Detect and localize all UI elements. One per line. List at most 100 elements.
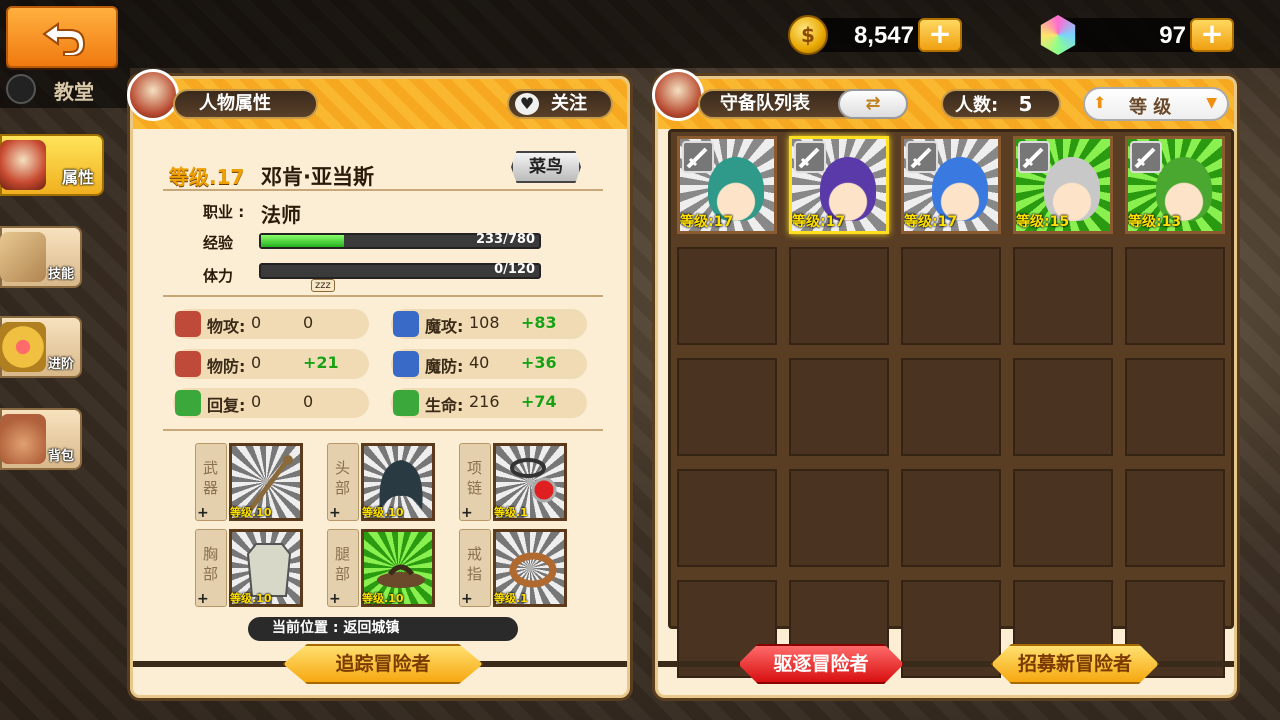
empty-hero-slot[interactable]: [789, 247, 889, 345]
stat-bonus: 0: [303, 392, 314, 411]
equip-level: 等级.10: [362, 592, 404, 605]
stat-phys-defense: 物防: 0 +21: [173, 349, 369, 379]
tab-advance-label: 进阶: [47, 357, 74, 372]
equip-slot-weapon[interactable]: 武器 + 等级.10: [195, 443, 303, 521]
sword-class-icon: [682, 141, 714, 173]
garrison-list-panel: 守备队列表 ⇄ 人数: 5 ⬆ 等 级 ▼ 等级:17 等级:17 等级:17 等级:…: [652, 69, 1237, 698]
sword-class-icon: [1130, 141, 1162, 173]
up-arrow-icon: ⬆: [1093, 93, 1107, 112]
slot-label: 腿部: [335, 545, 351, 583]
gem-counter: 97 +: [1040, 15, 1234, 55]
stat-base: 40: [469, 353, 490, 372]
equip-slot-legs[interactable]: 腿部 + 等级.10: [327, 529, 435, 607]
character-attributes-panel: 人物属性 ♥ 关注 等级.17 邓肯·亚当斯 菜鸟 职业 : 法师 经验 233…: [127, 69, 630, 698]
hero-level: 等级:13: [1128, 214, 1182, 230]
equip-slot-chest[interactable]: 胸部 + 等级.10: [195, 529, 303, 607]
hero-level: 等级:15: [1016, 214, 1070, 230]
gold-coin-icon: $: [788, 15, 828, 55]
add-gold-button[interactable]: +: [918, 18, 962, 52]
tab-skills[interactable]: 技能: [0, 226, 82, 288]
stat-recovery: 回复: 0 0: [173, 388, 369, 418]
empty-hero-slot[interactable]: [789, 358, 889, 456]
equip-slot-necklace[interactable]: 项链 + 等级.1: [459, 443, 567, 521]
empty-hero-slot[interactable]: [1013, 469, 1113, 567]
plus-cross-icon: [175, 390, 201, 416]
back-arrow-icon: [42, 22, 86, 56]
hero-level: 等级:17: [792, 214, 846, 230]
spellbook-icon: [0, 232, 46, 282]
empty-hero-slot[interactable]: [1013, 358, 1113, 456]
empty-hero-slot[interactable]: [901, 469, 1001, 567]
stat-name: 魔防:: [425, 357, 464, 376]
add-gem-button[interactable]: +: [1190, 18, 1234, 52]
tab-backpack[interactable]: 背包: [0, 408, 82, 470]
church-icon: [6, 74, 36, 104]
knight-helmet-icon: [0, 140, 46, 190]
slot-label: 戒指: [467, 545, 483, 583]
stat-name: 回复:: [207, 396, 246, 415]
sword-icon: [175, 311, 201, 337]
empty-hero-slot[interactable]: [677, 247, 777, 345]
sleep-zzz-icon: zzz: [311, 279, 335, 292]
stat-magic-attack: 魔攻: 108 +83: [391, 309, 587, 339]
empty-hero-slot[interactable]: [1125, 469, 1225, 567]
count-value: 5: [1018, 92, 1033, 116]
empty-hero-slot[interactable]: [901, 358, 1001, 456]
tab-attributes[interactable]: 属性: [0, 134, 104, 196]
current-location: 当前位置 : 返回城镇: [248, 617, 518, 641]
empty-hero-slot[interactable]: [677, 469, 777, 567]
hero-card[interactable]: 等级:17: [789, 136, 889, 234]
knight-avatar-icon: [652, 69, 704, 121]
slot-label: 武器: [203, 459, 219, 497]
hero-level: 等级:17: [680, 214, 734, 230]
equip-slot-ring[interactable]: 戒指 + 等级.1: [459, 529, 567, 607]
hero-card[interactable]: 等级:17: [677, 136, 777, 234]
empty-hero-slot[interactable]: [1013, 247, 1113, 345]
vest-icon: 等级.10: [229, 529, 303, 607]
equip-level: 等级.1: [494, 592, 528, 605]
slot-label: 项链: [467, 459, 483, 497]
exp-label: 经验: [203, 234, 234, 252]
track-adventurer-button[interactable]: 追踪冒险者: [283, 644, 483, 684]
recruit-adventurer-button[interactable]: 招募新冒险者: [991, 644, 1159, 684]
heart-health-icon: [393, 390, 419, 416]
equip-level: 等级.1: [494, 506, 528, 519]
stat-base: 216: [469, 392, 500, 411]
equip-level: 等级.10: [362, 506, 404, 519]
equip-slot-head[interactable]: 头部 + 等级.10: [327, 443, 435, 521]
follow-button[interactable]: ♥ 关注: [507, 89, 613, 119]
gem-value: 97: [1159, 22, 1186, 49]
hero-card[interactable]: 等级:15: [1013, 136, 1113, 234]
divider: [163, 189, 603, 191]
sword-class-icon: [1018, 141, 1050, 173]
tab-backpack-label: 背包: [47, 449, 74, 464]
stat-name: 物攻:: [207, 317, 246, 336]
equip-level: 等级.10: [230, 506, 272, 519]
location-label: 当前位置 :: [272, 620, 339, 636]
refresh-button[interactable]: ⇄: [838, 89, 908, 119]
empty-hero-slot[interactable]: [789, 469, 889, 567]
count-label: 人数:: [955, 95, 999, 116]
tab-advance[interactable]: 进阶: [0, 316, 82, 378]
panel-title: 人物属性: [173, 89, 318, 119]
stamina-bar: 0/120: [259, 262, 541, 279]
exp-text: 233/780: [475, 232, 535, 247]
church-label-bar: 教堂: [0, 68, 130, 108]
hero-card[interactable]: 等级:13: [1125, 136, 1225, 234]
dismiss-adventurer-button[interactable]: 驱逐冒险者: [738, 644, 904, 684]
hero-card[interactable]: 等级:17: [901, 136, 1001, 234]
panel-title: 守备队列表 ⇄: [698, 89, 908, 119]
heart-icon: ♥: [515, 93, 539, 115]
back-button[interactable]: [6, 6, 118, 68]
stat-name: 物防:: [207, 357, 246, 376]
empty-hero-slot[interactable]: [1125, 358, 1225, 456]
empty-hero-slot[interactable]: [901, 247, 1001, 345]
empty-hero-slot[interactable]: [677, 358, 777, 456]
stat-bonus: +83: [521, 313, 557, 332]
sort-label: 等 级: [1129, 97, 1172, 118]
stat-bonus: +21: [303, 353, 339, 372]
location-value: 返回城镇: [343, 620, 400, 636]
sort-dropdown[interactable]: ⬆ 等 级 ▼: [1083, 87, 1229, 121]
hood-icon: 等级.10: [361, 443, 435, 521]
empty-hero-slot[interactable]: [1125, 247, 1225, 345]
